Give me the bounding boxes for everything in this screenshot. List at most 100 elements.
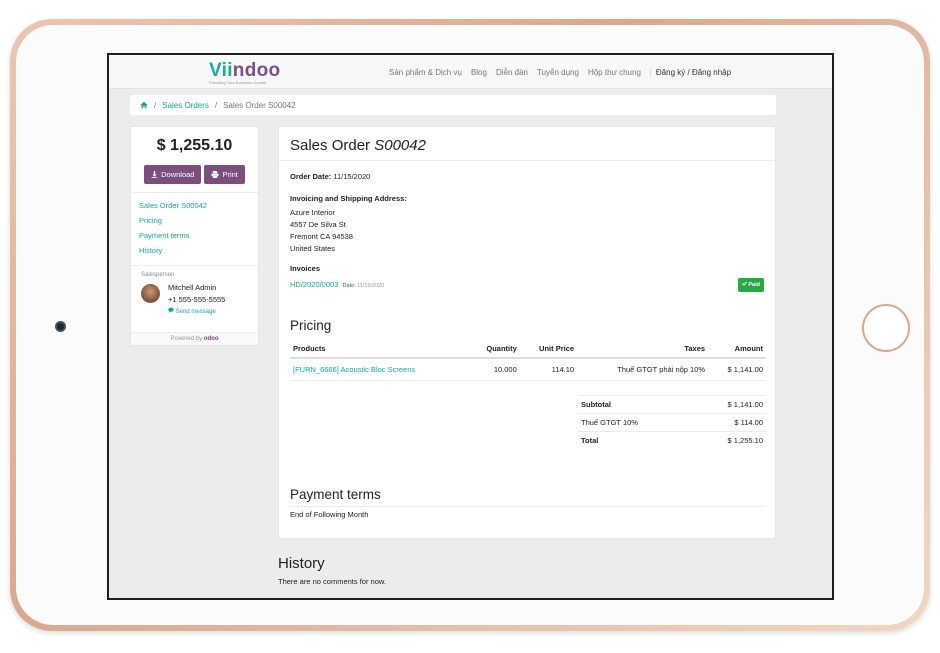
address-line: United States xyxy=(290,244,336,253)
home-icon[interactable] xyxy=(140,101,148,109)
print-icon xyxy=(211,171,219,178)
page-title: Sales Order S00042 xyxy=(279,127,775,161)
odoo-logo[interactable]: odoo xyxy=(204,336,219,342)
table-row: [FURN_6666] Acoustic Bloc Screens 10.000… xyxy=(290,358,766,381)
salesperson-section: Salesperson Mitchell Admin +1 555-555-55… xyxy=(131,266,258,318)
address-line: 4557 De Silva St xyxy=(290,220,346,229)
top-navigation: Viindoo Providing Your Business Growth S… xyxy=(109,55,832,89)
column-header: Products xyxy=(290,339,469,359)
salesperson-phone: +1 555-555-5555 xyxy=(168,295,226,304)
total-row: Total $ 1,255.10 xyxy=(578,431,766,449)
download-button[interactable]: Download xyxy=(144,165,202,184)
pricing-table: Products Quantity Unit Price Taxes Amoun… xyxy=(290,339,766,381)
powered-by-label: Powered by xyxy=(170,336,203,342)
avatar xyxy=(141,284,160,303)
send-message-label: Send message xyxy=(175,309,216,315)
salesperson-name: Mitchell Admin xyxy=(168,283,217,292)
nav-link-login[interactable]: Đăng ký / Đăng nhập xyxy=(649,68,731,77)
logo-text: Viindoo xyxy=(209,60,281,81)
order-amount: $ 1,255.10 xyxy=(156,137,233,154)
title-prefix: Sales Order xyxy=(290,137,371,154)
invoice-link[interactable]: HD/2020/0003 xyxy=(290,280,338,289)
camera-icon xyxy=(55,321,66,332)
download-icon xyxy=(151,171,158,178)
totals-block: Subtotal $ 1,141.00 Thuế GTGT 10% $ 114.… xyxy=(578,395,766,449)
address-section: Invoicing and Shipping Address: Azure In… xyxy=(279,193,775,255)
total-value: $ 1,255.10 xyxy=(727,436,763,445)
nav-link-mailbox[interactable]: Hộp thư chung xyxy=(588,68,641,77)
salesperson-row: Mitchell Admin +1 555-555-5555 Send mess… xyxy=(141,282,248,318)
column-header: Unit Price xyxy=(519,339,578,359)
invoice-info: HD/2020/0003 Date: 11/15/2020 xyxy=(290,279,384,292)
nav-link-forum[interactable]: Diễn đàn xyxy=(496,68,528,77)
tax-label: Thuế GTGT 10% xyxy=(581,418,638,427)
sidebar-link-pricing[interactable]: Pricing xyxy=(139,216,250,225)
order-sidebar: $ 1,255.10 Download Print Sales Order S0… xyxy=(130,126,259,346)
payment-terms-text: End of Following Month xyxy=(290,506,764,519)
download-label: Download xyxy=(161,170,195,179)
order-card: Sales Order S00042 Order Date: 11/15/202… xyxy=(278,126,776,539)
order-number: S00042 xyxy=(374,137,426,154)
pricing-title: Pricing xyxy=(290,318,332,333)
address-line: Azure Interior xyxy=(290,208,336,217)
order-date-label: Order Date: xyxy=(290,172,332,181)
history-section: History There are no comments for now. xyxy=(278,555,386,586)
column-header: Taxes xyxy=(577,339,709,359)
order-date-section: Order Date: 11/15/2020 xyxy=(279,171,775,183)
product-link[interactable]: [FURN_6666] Acoustic Bloc Screens xyxy=(290,358,469,381)
breadcrumb-separator: / xyxy=(154,100,157,110)
sidebar-link-sales-order[interactable]: Sales Order S00042 xyxy=(139,201,250,210)
invoice-date: Date: 11/15/2020 xyxy=(342,283,384,289)
breadcrumb-current: Sales Order S00042 xyxy=(223,100,296,110)
nav-link-blog[interactable]: Blog xyxy=(471,68,487,77)
home-button[interactable] xyxy=(862,304,910,352)
address-label: Invoicing and Shipping Address: xyxy=(290,194,407,203)
total-label: Total xyxy=(581,436,599,445)
tax-row: Thuế GTGT 10% $ 114.00 xyxy=(578,413,766,431)
breadcrumb-separator: / xyxy=(214,100,218,110)
status-badge-label: Paid xyxy=(748,282,760,288)
taxes-cell: Thuế GTGT phải nộp 10% xyxy=(577,358,709,381)
logo[interactable]: Viindoo Providing Your Business Growth xyxy=(209,60,280,85)
address-line: Fremont CA 94538 xyxy=(290,232,353,241)
nav-link-products[interactable]: Sản phẩm & Dịch vụ xyxy=(389,68,462,77)
powered-by: Powered by odoo xyxy=(131,332,258,345)
invoices-section: Invoices HD/2020/0003 Date: 11/15/2020 P… xyxy=(279,263,775,292)
chat-icon xyxy=(168,307,174,313)
amount-cell: $ 1,141.00 xyxy=(708,358,766,381)
salesperson-info: Mitchell Admin +1 555-555-5555 Send mess… xyxy=(168,282,225,318)
invoice-date-value: 11/15/2020 xyxy=(357,282,385,289)
sidebar-nav: Sales Order S00042 Pricing Payment terms… xyxy=(131,193,258,261)
subtotal-row: Subtotal $ 1,141.00 xyxy=(578,395,766,413)
order-date-value: 11/15/2020 xyxy=(333,172,371,181)
subtotal-value: $ 1,141.00 xyxy=(727,400,763,409)
payment-terms-title: Payment terms xyxy=(290,487,381,502)
invoices-label: Invoices xyxy=(290,264,321,273)
nav-link-jobs[interactable]: Tuyển dụng xyxy=(537,68,579,77)
unit-price-cell: 114.10 xyxy=(519,358,578,381)
status-badge: Paid xyxy=(737,278,764,292)
subtotal-label: Subtotal xyxy=(581,400,611,409)
invoice-date-label: Date: xyxy=(342,282,356,289)
column-header: Quantity xyxy=(468,339,520,359)
tax-value: $ 114.00 xyxy=(734,418,763,427)
breadcrumb-sales-orders[interactable]: Sales Orders xyxy=(162,101,209,110)
send-message-link[interactable]: Send message xyxy=(168,306,225,318)
sidebar-link-history[interactable]: History xyxy=(139,246,250,255)
action-buttons: Download Print xyxy=(131,165,258,184)
quantity-cell: 10.000 xyxy=(468,358,520,381)
invoice-row: HD/2020/0003 Date: 11/15/2020 Paid xyxy=(290,278,764,292)
table-header-row: Products Quantity Unit Price Taxes Amoun… xyxy=(290,339,766,359)
history-text: There are no comments for now. xyxy=(278,577,386,586)
print-button[interactable]: Print xyxy=(204,165,245,184)
nav-links: Sản phẩm & Dịch vụ Blog Diễn đàn Tuyển d… xyxy=(389,68,731,77)
column-header: Amount xyxy=(708,339,766,359)
check-icon xyxy=(741,281,747,286)
screen: Viindoo Providing Your Business Growth S… xyxy=(107,53,834,600)
address-block: Azure Interior 4557 De Silva St Fremont … xyxy=(290,207,764,255)
history-title: History xyxy=(278,555,325,572)
print-label: Print xyxy=(222,170,238,179)
salesperson-label: Salesperson xyxy=(141,272,175,278)
sidebar-link-payment-terms[interactable]: Payment terms xyxy=(139,231,250,240)
breadcrumb: / Sales Orders / Sales Order S00042 xyxy=(130,95,776,115)
